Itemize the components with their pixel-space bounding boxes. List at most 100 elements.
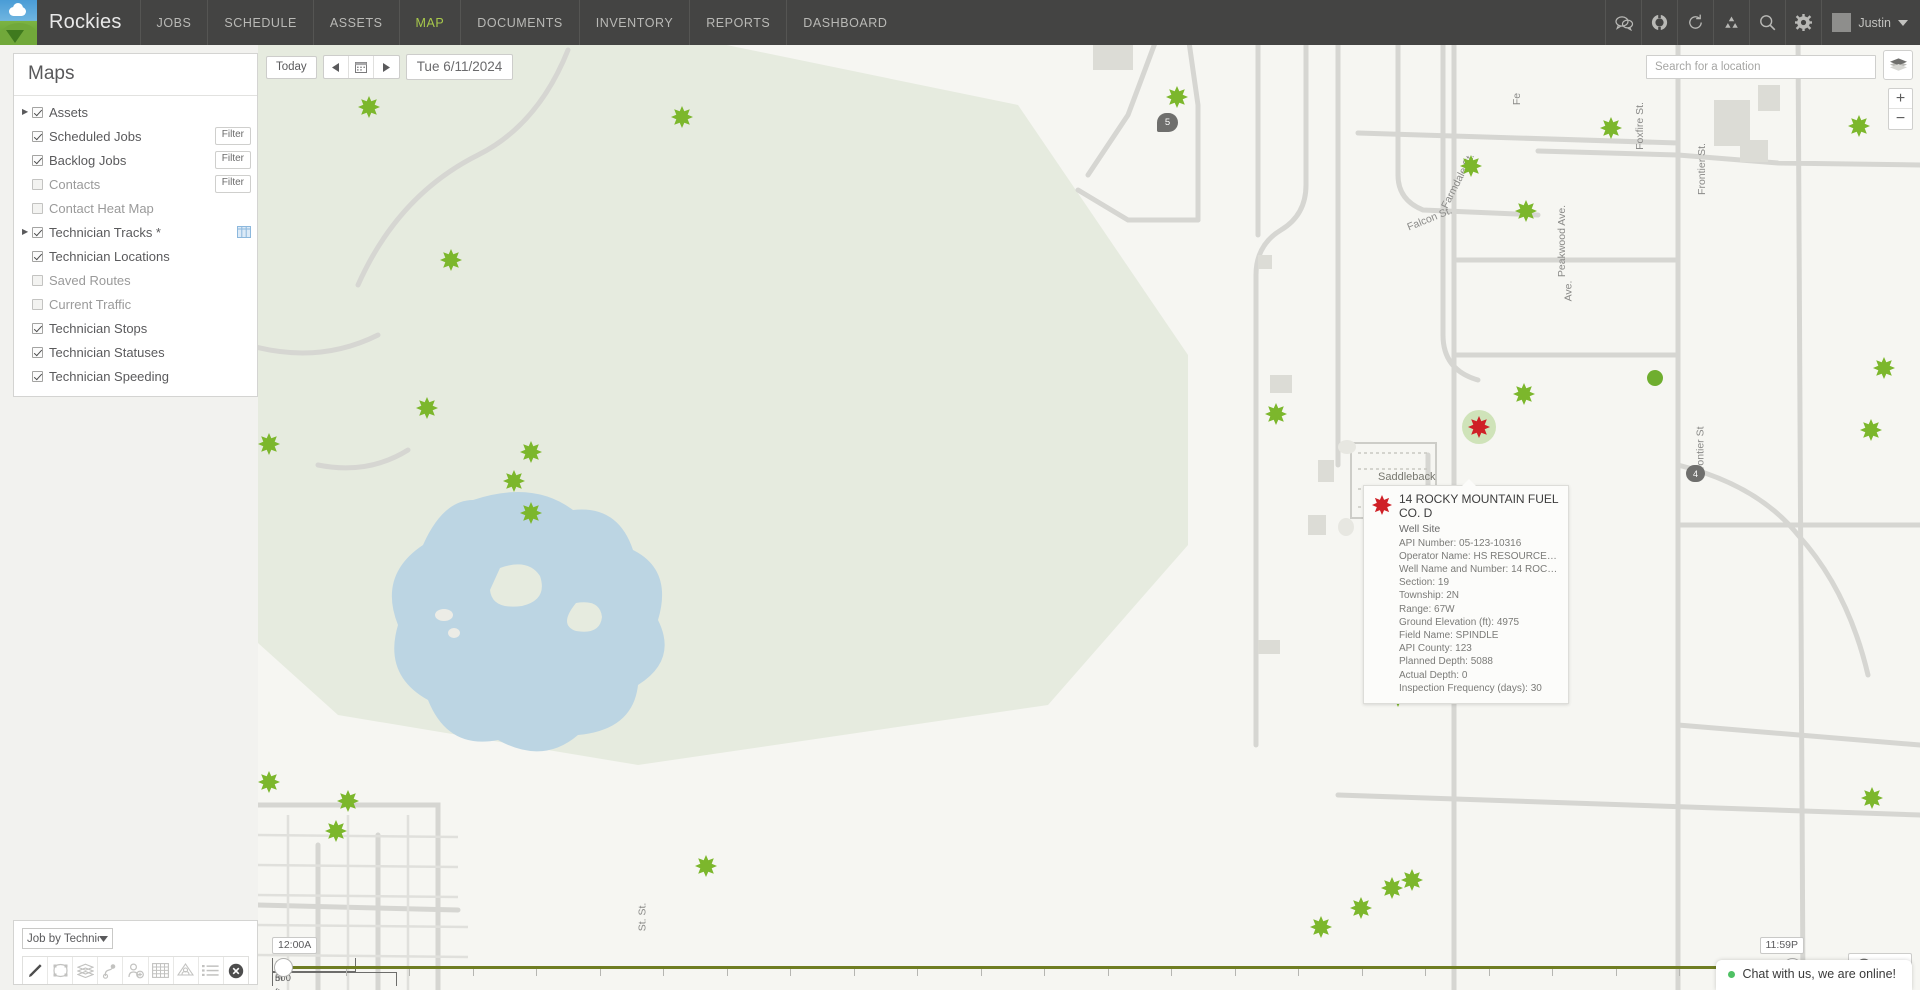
layer-filter-button[interactable]: Filter xyxy=(214,127,251,145)
chat-widget[interactable]: Chat with us, we are online! xyxy=(1716,960,1912,990)
asset-marker[interactable] xyxy=(1515,200,1537,222)
layer-checkbox[interactable] xyxy=(32,202,43,214)
asset-marker[interactable] xyxy=(1401,869,1423,891)
timeline-start-handle[interactable] xyxy=(274,958,293,977)
grid-table-icon[interactable] xyxy=(148,957,174,984)
asset-marker[interactable] xyxy=(1265,403,1287,425)
asset-marker[interactable] xyxy=(416,397,438,419)
map-layers-button[interactable] xyxy=(1883,50,1913,80)
asset-marker[interactable] xyxy=(325,820,347,842)
asset-marker[interactable] xyxy=(1873,357,1895,379)
asset-marker[interactable] xyxy=(358,96,380,118)
zoom-out-button[interactable]: − xyxy=(1889,109,1912,129)
layer-filter-button[interactable]: Filter xyxy=(214,175,251,193)
layer-row-contact-heat-map[interactable]: ▶Contact Heat Map xyxy=(14,196,257,220)
refresh-icon[interactable] xyxy=(1677,0,1713,45)
layer-row-technician-statuses[interactable]: ▶Technician Statuses xyxy=(14,340,257,364)
layer-checkbox[interactable] xyxy=(32,322,43,334)
layers-stack-icon[interactable] xyxy=(73,957,99,984)
layer-checkbox[interactable] xyxy=(32,106,43,118)
layer-row-technician-speeding[interactable]: ▶Technician Speeding xyxy=(14,364,257,388)
layer-row-backlog-jobs[interactable]: ▶Backlog JobsFilter xyxy=(14,148,257,172)
asset-marker[interactable] xyxy=(440,249,462,271)
nav-item-map[interactable]: MAP xyxy=(398,0,461,45)
find-person-icon[interactable] xyxy=(173,957,199,984)
layer-checkbox[interactable] xyxy=(32,346,43,358)
layer-row-saved-routes[interactable]: ▶Saved Routes xyxy=(14,268,257,292)
circle-icon[interactable] xyxy=(1641,0,1677,45)
asset-marker[interactable] xyxy=(671,106,693,128)
layer-checkbox[interactable] xyxy=(32,274,43,286)
asset-marker[interactable] xyxy=(503,470,525,492)
timeline-tick xyxy=(472,969,474,976)
layer-row-assets[interactable]: ▶ Assets xyxy=(14,100,257,124)
layer-row-contacts[interactable]: ▶ContactsFilter xyxy=(14,172,257,196)
nav-item-dashboard[interactable]: DASHBOARD xyxy=(786,0,903,45)
layer-row-current-traffic[interactable]: ▶Current Traffic xyxy=(14,292,257,316)
settings-icon[interactable] xyxy=(1785,0,1821,45)
asset-marker[interactable] xyxy=(1381,877,1403,899)
nav-item-inventory[interactable]: INVENTORY xyxy=(578,0,689,45)
map-canvas[interactable]: Falcon St. Farmdale St. Fe Peakwood Ave.… xyxy=(258,45,1920,990)
asset-marker[interactable] xyxy=(1350,897,1372,919)
layer-checkbox[interactable] xyxy=(32,250,43,262)
asset-marker[interactable] xyxy=(1848,115,1870,137)
asset-marker[interactable] xyxy=(258,433,280,455)
layer-checkbox[interactable] xyxy=(32,130,43,142)
expand-triangle-icon[interactable]: ▶ xyxy=(22,228,32,236)
next-day-button[interactable] xyxy=(374,56,399,78)
selected-well-site-marker[interactable] xyxy=(1468,416,1490,438)
asset-marker[interactable] xyxy=(695,855,717,877)
layer-row-technician-tracks[interactable]: ▶ Technician Tracks * xyxy=(14,220,257,244)
layer-label: Contact Heat Map xyxy=(49,200,154,216)
nav-item-assets[interactable]: ASSETS xyxy=(312,0,399,45)
user-menu[interactable]: Justin xyxy=(1821,0,1920,45)
cluster-pin[interactable]: 5 xyxy=(1157,113,1179,139)
asset-marker[interactable] xyxy=(1860,419,1882,441)
nav-item-jobs[interactable]: JOBS xyxy=(139,0,208,45)
layer-filter-button[interactable]: Filter xyxy=(214,151,251,169)
chat-icon[interactable] xyxy=(1605,0,1641,45)
list-icon[interactable] xyxy=(198,957,224,984)
today-button[interactable]: Today xyxy=(266,55,317,79)
search-icon[interactable] xyxy=(1749,0,1785,45)
asset-marker[interactable] xyxy=(520,502,542,524)
calendar-picker-button[interactable] xyxy=(349,56,374,78)
nav-item-schedule[interactable]: SCHEDULE xyxy=(207,0,312,45)
zoom-in-button[interactable]: + xyxy=(1889,89,1912,109)
current-date-display[interactable]: Tue 6/11/2024 xyxy=(405,54,514,80)
layer-checkbox[interactable] xyxy=(32,226,43,238)
asset-marker[interactable] xyxy=(1861,787,1883,809)
route-icon[interactable] xyxy=(98,957,124,984)
add-location-icon[interactable] xyxy=(123,957,149,984)
polygon-select-icon[interactable] xyxy=(48,957,74,984)
asset-marker[interactable] xyxy=(1310,916,1332,938)
technician-location-marker[interactable] xyxy=(1647,370,1663,386)
asset-marker[interactable] xyxy=(1600,117,1622,139)
nav-item-documents[interactable]: DOCUMENTS xyxy=(460,0,579,45)
map-mode-select[interactable]: Job by Technic xyxy=(22,928,113,949)
previous-day-button[interactable] xyxy=(324,56,349,78)
nav-item-reports[interactable]: REPORTS xyxy=(689,0,786,45)
asset-marker[interactable] xyxy=(1166,86,1188,108)
layer-row-technician-stops[interactable]: ▶Technician Stops xyxy=(14,316,257,340)
asset-marker[interactable] xyxy=(1513,383,1535,405)
clear-icon[interactable] xyxy=(223,957,248,984)
recycle-icon[interactable] xyxy=(1713,0,1749,45)
asset-marker[interactable] xyxy=(1460,155,1482,177)
asset-marker[interactable] xyxy=(520,441,542,463)
layer-row-technician-locations[interactable]: ▶Technician Locations xyxy=(14,244,257,268)
layer-checkbox[interactable] xyxy=(32,154,43,166)
asset-marker[interactable] xyxy=(337,790,359,812)
draw-pencil-icon[interactable] xyxy=(23,957,49,984)
layer-checkbox[interactable] xyxy=(32,370,43,382)
layer-checkbox[interactable] xyxy=(32,298,43,310)
location-search-input[interactable] xyxy=(1646,55,1876,79)
layer-row-scheduled-jobs[interactable]: ▶Scheduled JobsFilter xyxy=(14,124,257,148)
map-tool-buttons xyxy=(22,956,249,984)
technician-tracks-grid-icon[interactable] xyxy=(237,226,251,238)
asset-marker[interactable] xyxy=(258,771,280,793)
layer-checkbox[interactable] xyxy=(32,178,43,190)
expand-triangle-icon[interactable]: ▶ xyxy=(22,108,32,116)
